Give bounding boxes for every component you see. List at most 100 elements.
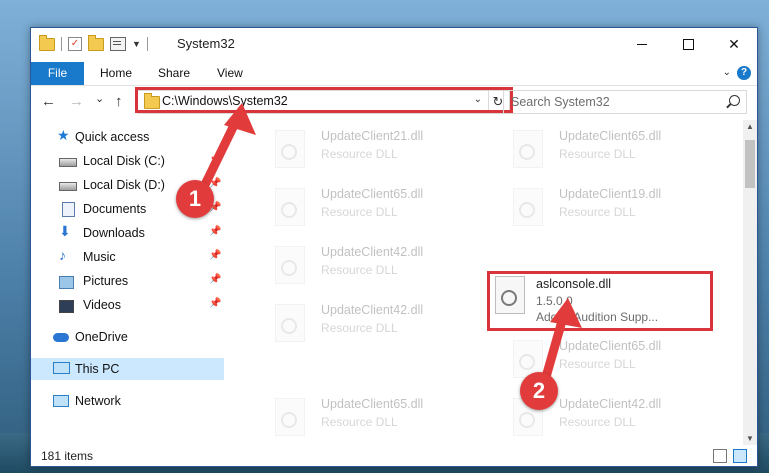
sidebar-item-label: OneDrive <box>75 330 128 344</box>
sidebar-item-label: Videos <box>83 298 121 312</box>
window-title: System32 <box>177 36 235 51</box>
file-description: Resource DLL <box>321 321 398 335</box>
file-description: Resource DLL <box>321 415 398 429</box>
help-icon[interactable]: ? <box>737 66 751 80</box>
disk-icon <box>59 182 77 191</box>
customize-toolbar-icon[interactable] <box>110 37 126 51</box>
close-icon: ✕ <box>728 35 740 52</box>
close-button[interactable]: ✕ <box>711 28 757 60</box>
sidebar-item-label: Music <box>83 250 116 264</box>
file-list: UpdateClient21.dll Resource DLL UpdateCl… <box>229 120 743 445</box>
minimize-icon <box>637 43 647 45</box>
expand-ribbon-icon[interactable]: ⌄ <box>723 67 731 78</box>
sidebar-item-label: Local Disk (D:) <box>83 178 165 192</box>
gear-icon <box>281 144 297 160</box>
tab-share[interactable]: Share <box>158 62 190 85</box>
computer-icon <box>53 362 70 374</box>
vertical-scrollbar[interactable]: ▲ ▼ <box>743 120 757 445</box>
file-description: Resource DLL <box>321 147 398 161</box>
search-icon <box>729 95 740 106</box>
navigation-bar: ← → ⌄ ↑ C:\Windows\System32 ⌄ ↻ Search S… <box>31 86 757 118</box>
sidebar-item-label: Pictures <box>83 274 129 288</box>
sidebar-item-downloads[interactable]: ⬇ Downloads 📌 <box>31 222 224 244</box>
maximize-icon <box>682 38 694 50</box>
search-input[interactable]: Search System32 <box>503 90 747 114</box>
sidebar-item-music[interactable]: ♪ Music 📌 <box>31 246 224 268</box>
gear-icon <box>519 144 535 160</box>
list-item[interactable]: UpdateClient21.dll Resource DLL <box>251 126 481 184</box>
toolbar-divider <box>61 37 62 51</box>
scroll-up-icon[interactable]: ▲ <box>746 122 754 131</box>
minimize-button[interactable] <box>619 28 665 60</box>
sidebar-item-network[interactable]: Network <box>31 390 224 412</box>
network-icon <box>53 395 69 407</box>
file-name: UpdateClient19.dll <box>559 187 662 201</box>
pin-icon: 📌 <box>209 226 222 237</box>
large-icons-view-icon[interactable] <box>733 449 747 463</box>
file-name: UpdateClient42.dll <box>559 397 662 411</box>
tab-view[interactable]: View <box>217 62 243 85</box>
list-item[interactable]: UpdateClient42.dll Resource DLL <box>251 242 481 300</box>
step-badge-1: 1 <box>176 180 214 218</box>
scroll-down-icon[interactable]: ▼ <box>746 434 754 443</box>
list-item[interactable]: UpdateClient19.dll Resource DLL <box>489 184 719 242</box>
file-name: UpdateClient65.dll <box>321 187 424 201</box>
back-button[interactable]: ← <box>41 93 56 110</box>
tab-file[interactable]: File <box>31 62 84 85</box>
chevron-down-icon[interactable]: ▼ <box>132 39 141 49</box>
new-folder-icon[interactable] <box>88 34 104 51</box>
up-button[interactable]: ↑ <box>115 93 123 110</box>
sidebar-item-label: Local Disk (C:) <box>83 154 165 168</box>
sidebar-item-pictures[interactable]: Pictures 📌 <box>31 270 224 292</box>
details-view-icon[interactable] <box>713 449 727 463</box>
sidebar-item-videos[interactable]: Videos 📌 <box>31 294 224 316</box>
properties-check-icon[interactable]: ✓ <box>68 37 82 51</box>
ribbon-tabs: File Home Share View ⌄ ? <box>31 62 757 86</box>
file-description: Resource DLL <box>321 263 398 277</box>
status-bar: 181 items <box>31 445 757 466</box>
pin-icon: 📌 <box>209 298 222 309</box>
file-name: UpdateClient65.dll <box>559 129 662 143</box>
videos-icon <box>59 300 74 313</box>
pictures-icon <box>59 276 74 289</box>
disk-icon <box>59 158 77 167</box>
title-bar: ✓ ▼ System32 ✕ <box>31 28 757 62</box>
sidebar-item-this-pc[interactable]: This PC <box>31 358 224 380</box>
list-item[interactable]: UpdateClient65.dll Resource DLL <box>251 184 481 242</box>
gear-icon <box>281 318 297 334</box>
sidebar-item-label: Documents <box>83 202 147 216</box>
sidebar-item-label: Quick access <box>75 130 150 144</box>
item-count: 181 items <box>41 449 94 463</box>
forward-button[interactable]: → <box>69 93 84 110</box>
sidebar-item-onedrive[interactable]: OneDrive <box>31 326 224 348</box>
music-icon: ♪ <box>59 247 66 263</box>
gear-icon <box>281 412 297 428</box>
list-item[interactable]: UpdateClient42.dll Resource DLL <box>251 300 481 358</box>
file-name: UpdateClient42.dll <box>321 303 424 317</box>
star-icon: ★ <box>57 127 70 143</box>
pin-icon: 📌 <box>209 250 222 261</box>
list-item[interactable]: UpdateClient65.dll Resource DLL <box>489 126 719 184</box>
maximize-button[interactable] <box>665 28 711 60</box>
gear-icon <box>281 260 297 276</box>
file-description: Resource DLL <box>559 415 636 429</box>
step-badge-2: 2 <box>520 372 558 410</box>
cloud-icon <box>53 333 69 342</box>
gear-icon <box>281 202 297 218</box>
search-placeholder: Search System32 <box>511 95 610 109</box>
scrollbar-thumb[interactable] <box>745 140 755 188</box>
file-description: Resource DLL <box>321 205 398 219</box>
sidebar-item-label: This PC <box>75 362 120 376</box>
list-item[interactable]: UpdateClient65.dll Resource DLL <box>251 394 481 445</box>
file-description: Resource DLL <box>559 205 636 219</box>
toolbar-divider <box>146 37 148 51</box>
sidebar-item-label: Network <box>75 394 121 408</box>
documents-icon <box>62 202 75 217</box>
file-highlight-box <box>487 271 713 331</box>
folder-icon <box>39 34 55 51</box>
tab-home[interactable]: Home <box>100 62 132 85</box>
file-name: UpdateClient42.dll <box>321 245 424 259</box>
recent-locations-button[interactable]: ⌄ <box>95 92 104 105</box>
file-name: UpdateClient21.dll <box>321 129 424 143</box>
file-explorer-window: ✓ ▼ System32 ✕ File Home Share View ⌄ ? … <box>30 27 758 467</box>
